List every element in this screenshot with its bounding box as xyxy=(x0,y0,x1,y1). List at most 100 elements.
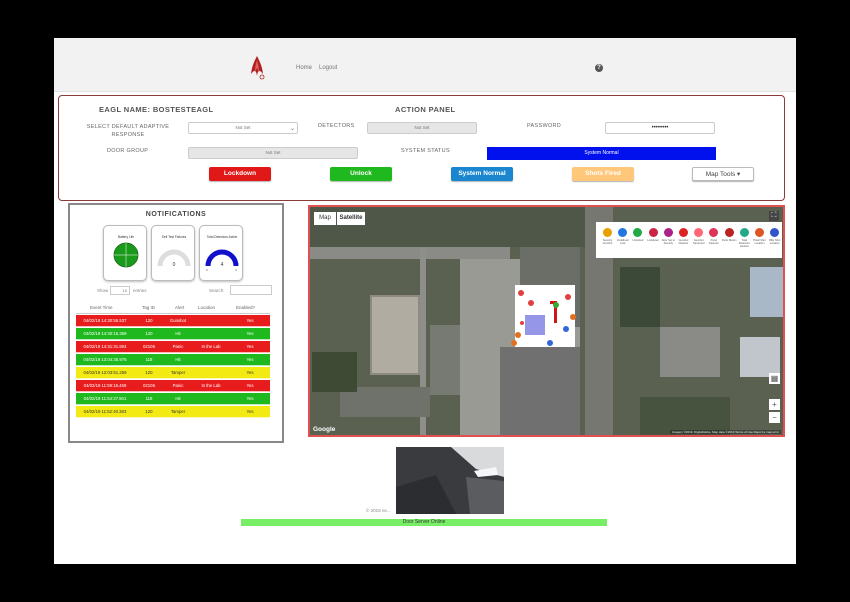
legend-marker-icon xyxy=(648,228,658,237)
col-alert[interactable]: Alert xyxy=(175,305,184,310)
map-attribution[interactable]: Imagery ©2019, DigitalGlobe, Map data ©2… xyxy=(669,430,781,434)
legend-marker-icon xyxy=(755,228,764,237)
system-status-label: SYSTEM STATUS xyxy=(401,148,450,154)
action-panel: EAGL NAME: BOSTESTEAGL ACTION PANEL SELE… xyxy=(58,95,785,201)
col-enabled[interactable]: Enabled? xyxy=(236,305,255,310)
cell-enabled: Yes xyxy=(246,383,254,388)
cell-tag: 02106 xyxy=(143,344,155,349)
gauge-label: Self Test Failures xyxy=(161,235,187,239)
cell-enabled: Yes xyxy=(246,396,254,401)
col-location[interactable]: Location xyxy=(198,305,215,310)
gauge-label: Battery Life xyxy=(117,235,135,239)
password-field[interactable]: •••••••• xyxy=(605,122,715,134)
table-row[interactable]: 04/02/19 14:30:15.359 120 Hit Yes xyxy=(76,328,270,340)
cell-location xyxy=(192,367,230,379)
legend-marker-icon xyxy=(770,228,780,237)
table-row[interactable]: 04/02/19 11:52:40.383 120 Tamper Yes xyxy=(76,406,270,418)
cell-alert: Hit xyxy=(175,331,181,336)
copyright-text: © 2019 ne... xyxy=(366,508,391,513)
camera-image xyxy=(396,447,504,514)
layers-icon[interactable]: ▦ xyxy=(769,373,780,384)
lockdown-button[interactable]: Lockdown xyxy=(209,167,271,181)
door-group-field[interactable]: Not Set xyxy=(188,147,358,159)
legend-marker-icon xyxy=(603,228,612,237)
tab-map[interactable]: Map xyxy=(314,212,336,225)
help-icon[interactable]: ? xyxy=(595,64,603,72)
battery-life-gauge: Battery Life xyxy=(103,225,147,281)
cell-tag: 120 xyxy=(145,409,153,414)
legend-label: Undefined Lock xyxy=(616,239,629,245)
zoom-in-icon[interactable]: + xyxy=(769,399,780,410)
map-tools-button[interactable]: Map Tools ▾ xyxy=(692,167,754,181)
unlock-button[interactable]: Unlock xyxy=(330,167,392,181)
table-row[interactable]: 04/02/19 12:03:51.259 120 Tamper Yes xyxy=(76,367,270,379)
legend-marker-icon xyxy=(724,228,734,237)
table-row[interactable]: 04/02/19 11:54:37.501 118 Hit Yes xyxy=(76,393,270,405)
battery-pie-icon xyxy=(113,242,139,268)
shots-fired-button[interactable]: Shots Fired xyxy=(572,167,634,181)
system-status-bar: System Normal xyxy=(487,147,716,160)
entries-select[interactable]: 10 xyxy=(110,286,130,295)
detectors-field[interactable]: Not Set xyxy=(367,122,477,134)
search-input[interactable] xyxy=(230,285,272,295)
show-label: Show xyxy=(97,288,109,293)
cell-tag: 120 xyxy=(145,331,153,336)
zoom-out-icon[interactable]: − xyxy=(769,412,780,423)
cell-time: 04/02/19 11:52:40.383 xyxy=(83,409,127,414)
cell-location xyxy=(192,328,230,340)
cell-tag: 118 xyxy=(145,357,153,362)
cell-location xyxy=(192,393,230,405)
nav-home-link[interactable]: Home xyxy=(296,65,312,71)
gauge-min: 0 xyxy=(206,268,208,272)
cell-tag: 120 xyxy=(145,318,153,323)
cell-tag: 120 xyxy=(145,370,153,375)
door-server-status-bar: Door Server Online xyxy=(241,519,607,526)
map-legend: Security Gunshot Undefined Lock Unlocked Lo… xyxy=(596,222,782,258)
notifications-panel: NOTIFICATIONS Battery Life Self Test Fai… xyxy=(68,203,284,443)
cell-tag: 118 xyxy=(145,396,153,401)
cell-enabled: Yes xyxy=(246,409,254,414)
cell-enabled: Yes xyxy=(246,318,254,323)
table-row[interactable]: 04/02/19 13:04:35.976 118 Hit Yes xyxy=(76,354,270,366)
cell-alert: Panic xyxy=(172,383,184,388)
tab-satellite[interactable]: Satellite xyxy=(337,212,365,225)
table-row[interactable]: 04/02/19 11:59:16.469 02106 Panic In the La… xyxy=(76,380,270,392)
eagle-logo-icon[interactable] xyxy=(246,54,268,82)
cell-time: 04/02/19 11:59:16.469 xyxy=(83,383,127,388)
chevron-down-icon: ⌄ xyxy=(289,126,295,132)
gauge-label: Total Detectors Active xyxy=(206,235,238,239)
cell-alert: Panic xyxy=(172,344,184,349)
app-screen: Home Logout ? EAGL NAME: BOSTESTEAGL ACT… xyxy=(54,38,796,564)
notifications-title: NOTIFICATIONS xyxy=(145,211,207,218)
default-response-select[interactable]: Not Set ⌄ xyxy=(188,122,298,134)
legend-label: Door Set to Security xyxy=(661,239,675,245)
legend-label: Panic Button xyxy=(721,239,737,242)
legend-marker-icon xyxy=(679,228,688,237)
fullscreen-icon[interactable]: ⛶ xyxy=(769,211,779,221)
default-response-label: SELECT DEFAULT ADAPTIVE RESPONSE xyxy=(86,124,170,138)
cell-location xyxy=(192,406,230,418)
cell-location: In the Lab xyxy=(201,383,221,388)
cell-enabled: Yes xyxy=(246,331,254,336)
table-row[interactable]: 04/02/19 14:31:31.804 02106 Panic In the La… xyxy=(76,341,270,353)
cell-time: 04/02/19 13:04:35.976 xyxy=(83,357,127,362)
cell-alert: Tamper xyxy=(170,409,186,414)
cell-time: 04/02/19 14:30:15.359 xyxy=(83,331,127,336)
cell-time: 04/02/19 11:54:37.501 xyxy=(83,396,127,401)
cell-tag: 02106 xyxy=(143,383,155,388)
system-normal-button[interactable]: System Normal xyxy=(451,167,513,181)
self-test-value: 0 xyxy=(172,262,176,268)
self-test-gauge: Self Test Failures 0 xyxy=(151,225,195,281)
satellite-map[interactable]: Map Satellite ⛶ Security Gunshot Undefine… xyxy=(308,205,785,437)
cell-alert: Hit xyxy=(175,357,181,362)
col-tag-id[interactable]: Tag ID xyxy=(142,305,155,310)
detectors-label: DETECTORS xyxy=(318,123,355,129)
cell-location xyxy=(192,354,230,366)
col-event-time[interactable]: Event Time xyxy=(90,305,113,310)
legend-marker-icon xyxy=(709,228,719,237)
camera-feed[interactable] xyxy=(396,447,504,514)
table-row[interactable]: 04/02/19 14:30:55.537 120 Gunshot Yes xyxy=(76,315,270,327)
nav-logout-link[interactable]: Logout xyxy=(319,65,337,71)
cell-location: In the Lab xyxy=(201,344,221,349)
entries-label: entries xyxy=(133,288,147,293)
